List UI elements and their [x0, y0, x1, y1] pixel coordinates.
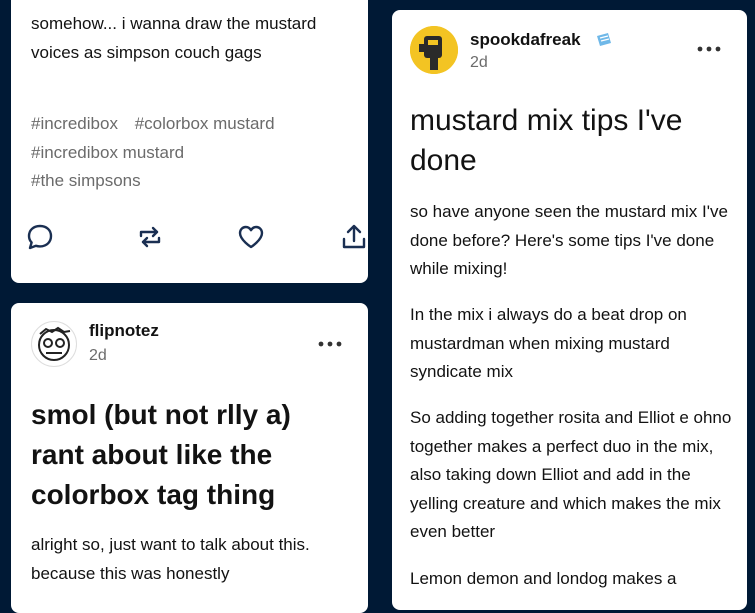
post-time: 2d: [470, 54, 488, 71]
post-time: 2d: [89, 347, 107, 364]
post-card-2: flipnotez 2d smol (but not rlly a) rant …: [11, 303, 368, 613]
username[interactable]: spookdafreak: [470, 30, 581, 50]
username[interactable]: flipnotez: [89, 321, 159, 341]
heart-icon[interactable]: [236, 222, 266, 252]
more-options-icon[interactable]: [696, 42, 722, 56]
post-paragraph: so have anyone seen the mustard mix I've…: [410, 202, 728, 278]
tag-link[interactable]: #colorbox mustard: [135, 114, 275, 133]
blue-badge-icon: [594, 30, 614, 55]
post-body: somehow... i wanna draw the mustard voic…: [31, 14, 317, 62]
avatar[interactable]: [410, 26, 458, 74]
comment-icon[interactable]: [25, 222, 55, 252]
tag-link[interactable]: #incredibox mustard: [31, 143, 184, 162]
post-paragraph: So adding together rosita and Elliot e o…: [410, 408, 732, 541]
post-title: mustard mix tips I've done: [410, 104, 683, 177]
tag-link[interactable]: #the simpsons: [31, 171, 141, 190]
tag-link[interactable]: #incredibox: [31, 114, 118, 133]
post-tags: #incredibox #colorbox mustard #incredibo…: [31, 110, 351, 196]
reblog-icon[interactable]: [135, 222, 165, 252]
post-paragraph: Lemon demon and londog makes a: [410, 569, 677, 588]
post-body: alright so, just want to talk about this…: [31, 535, 310, 583]
share-icon[interactable]: [339, 222, 368, 252]
post-card-3: spookdafreak 2d mustard mix tips I've do…: [392, 10, 747, 610]
post-paragraph: In the mix i always do a beat drop on mu…: [410, 305, 687, 381]
avatar[interactable]: [31, 321, 77, 367]
more-options-icon[interactable]: [317, 337, 343, 351]
post-card-1: somehow... i wanna draw the mustard voic…: [11, 0, 368, 283]
post-title: smol (but not rlly a) rant about like th…: [31, 399, 291, 510]
post-actions: [25, 222, 366, 256]
